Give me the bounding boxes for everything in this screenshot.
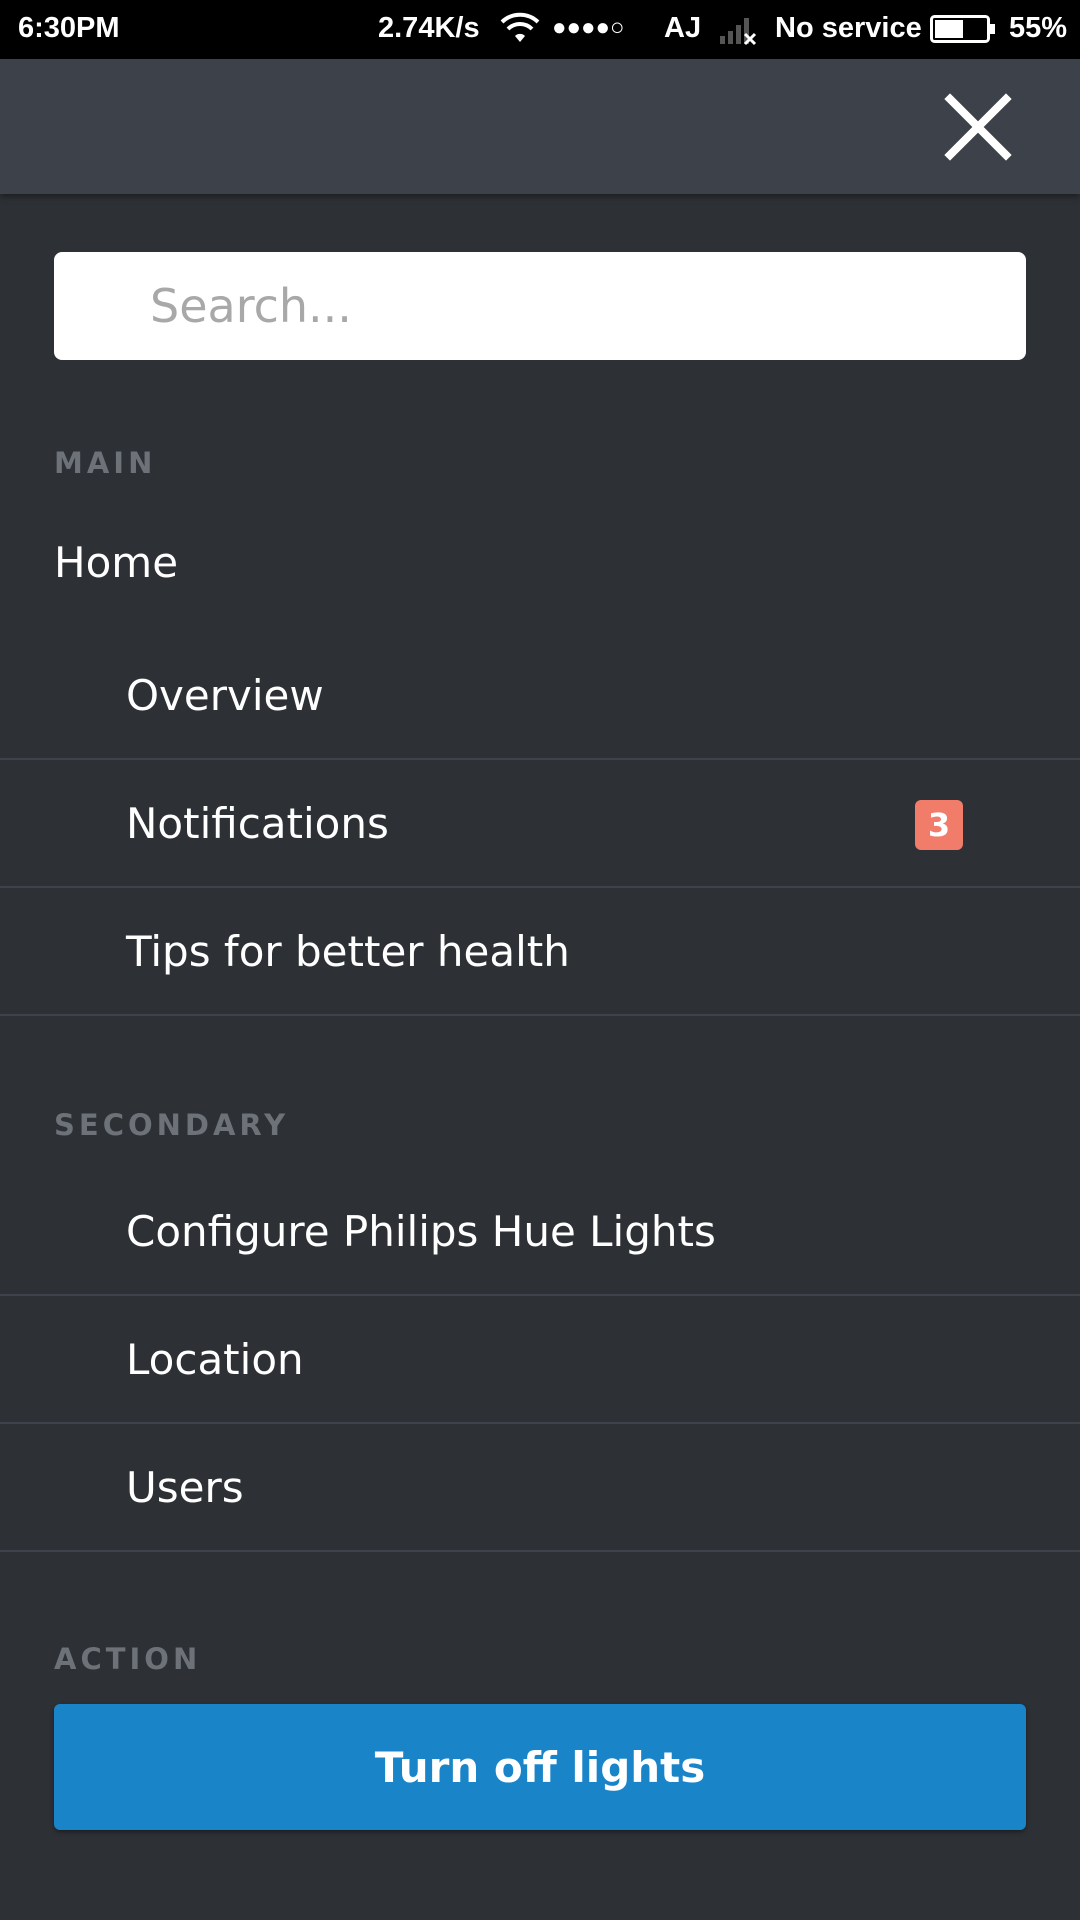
status-time: 6:30PM (18, 12, 120, 44)
search-input[interactable] (150, 252, 1010, 360)
nav-item-label: Overview (126, 671, 324, 720)
nav-item-label: Notifications (126, 799, 389, 848)
wifi-icon (500, 12, 540, 42)
nav-item-label: Configure Philips Hue Lights (126, 1207, 716, 1256)
notification-count-badge: 3 (915, 800, 963, 850)
section-label-main: MAIN (54, 446, 157, 480)
section-label-secondary: SECONDARY (54, 1108, 290, 1142)
no-signal-icon (720, 18, 757, 46)
network-speed: 2.74K/s (378, 12, 480, 44)
nav-item-tips[interactable]: Tips for better health (0, 888, 1080, 1016)
nav-item-label: Tips for better health (126, 927, 570, 976)
nav-item-users[interactable]: Users (0, 1424, 1080, 1552)
nav-item-configure-hue[interactable]: Configure Philips Hue Lights (0, 1168, 1080, 1296)
battery-percent: 55% (1009, 12, 1068, 44)
search-box (54, 252, 1026, 360)
status-bar: 6:30PM 2.74K/s ●●●●○ AJ No service 55% (0, 0, 1080, 59)
service-status: No service (775, 12, 922, 44)
battery-icon (930, 15, 995, 43)
nav-item-label: Users (126, 1463, 244, 1512)
nav-item-overview[interactable]: Overview (0, 632, 1080, 760)
carrier-name: AJ (664, 12, 702, 44)
turn-off-lights-button[interactable]: Turn off lights (54, 1704, 1026, 1830)
close-icon[interactable] (938, 87, 1018, 167)
nav-item-home[interactable]: Home (54, 538, 178, 587)
nav-item-label: Location (126, 1335, 304, 1384)
drawer-header (0, 59, 1080, 194)
signal-strength-dots: ●●●●○ (552, 14, 625, 41)
nav-item-notifications[interactable]: Notifications 3 (0, 760, 1080, 888)
nav-item-location[interactable]: Location (0, 1296, 1080, 1424)
section-label-action: ACTION (54, 1642, 202, 1676)
